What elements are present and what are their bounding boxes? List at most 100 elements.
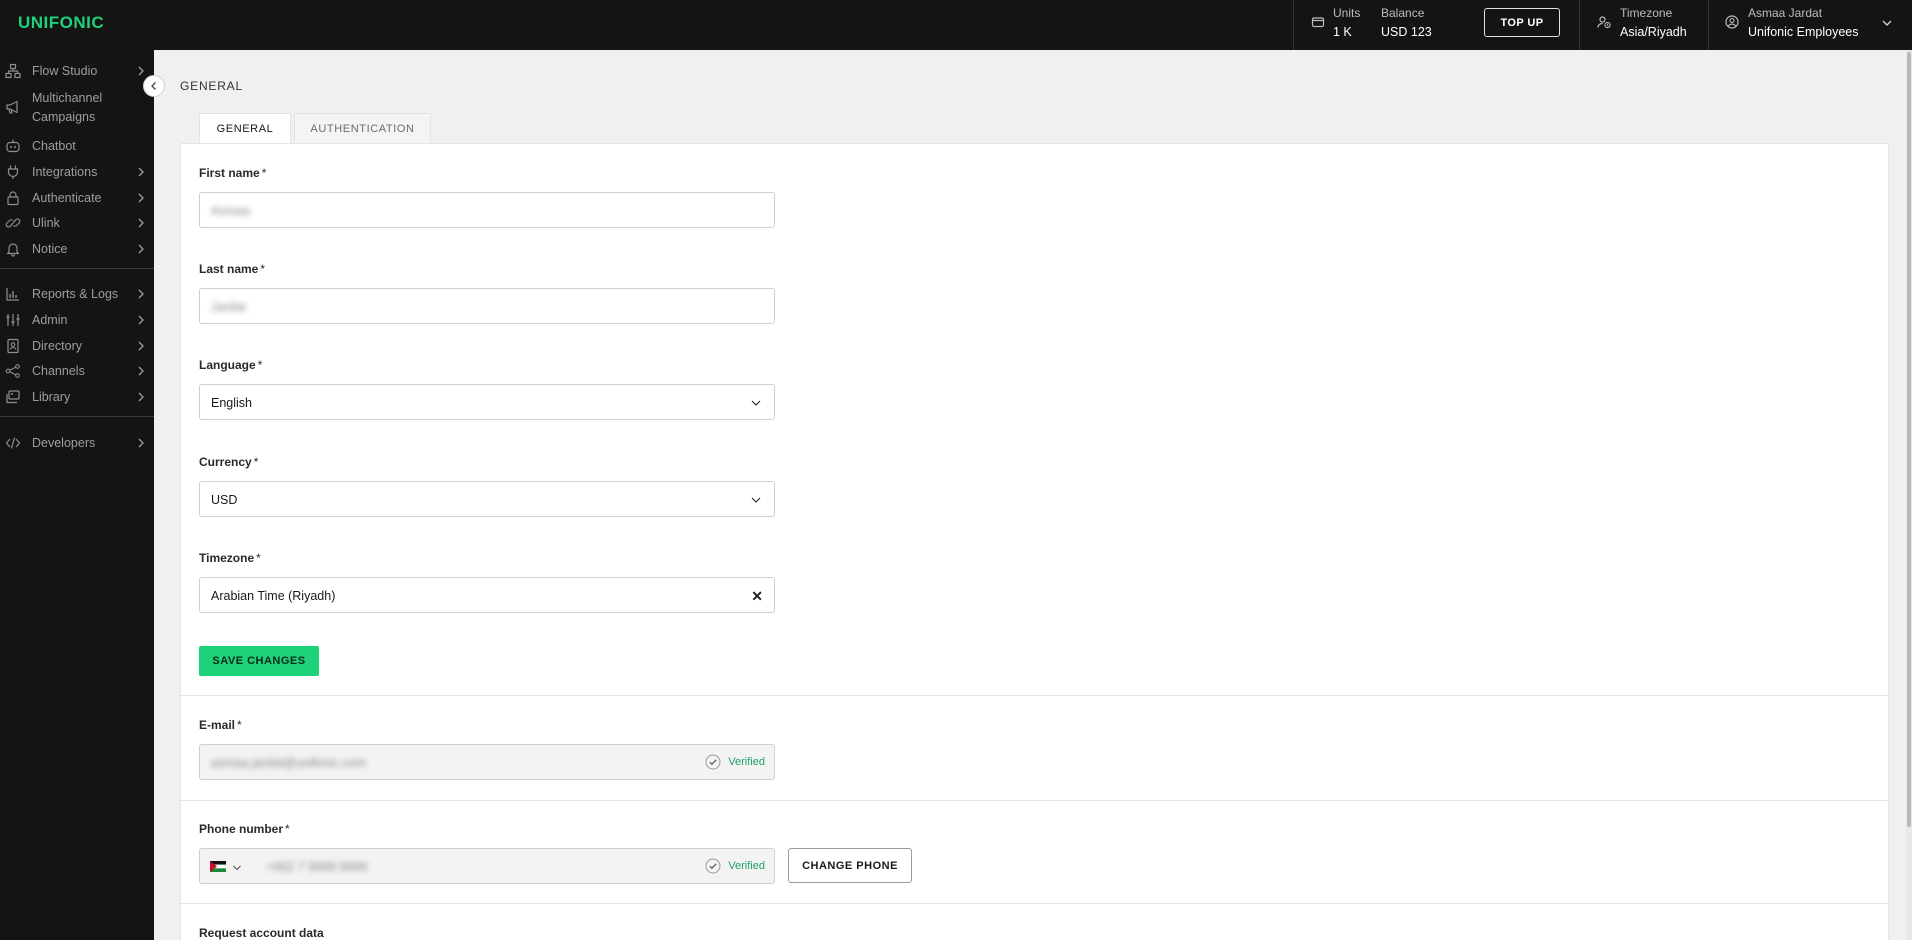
phone-verified-badge: Verified bbox=[728, 860, 765, 872]
currency-label: Currency * bbox=[199, 455, 258, 469]
topbar-divider bbox=[1708, 0, 1709, 50]
chevron-right-icon bbox=[138, 167, 144, 177]
save-changes-button[interactable]: SAVE CHANGES bbox=[199, 646, 319, 676]
sidebar-item-notice[interactable]: Notice bbox=[0, 237, 154, 261]
sidebar-item-label: Channels bbox=[32, 364, 85, 378]
sidebar-item-flow-studio[interactable]: Flow Studio bbox=[0, 59, 154, 83]
sidebar-item-directory[interactable]: Directory bbox=[0, 334, 154, 358]
page-title: GENERAL bbox=[180, 79, 243, 93]
sidebar: Flow Studio Multichannel Campaigns Chatb… bbox=[0, 50, 154, 940]
topbar-divider bbox=[1579, 0, 1580, 50]
user-circle-icon bbox=[1725, 15, 1739, 29]
chevron-down-icon bbox=[751, 400, 761, 406]
sidebar-item-channels[interactable]: Channels bbox=[0, 359, 154, 383]
sidebar-item-label: Chatbot bbox=[32, 139, 76, 153]
currency-label-text: Currency bbox=[199, 455, 252, 469]
timezone-value[interactable]: Asia/Riyadh bbox=[1620, 25, 1687, 39]
last-name-value: Jardat bbox=[211, 300, 246, 314]
sidebar-item-label: Integrations bbox=[32, 165, 98, 179]
chart-icon bbox=[6, 288, 19, 301]
megaphone-icon bbox=[6, 100, 18, 114]
currency-select[interactable]: USD bbox=[199, 481, 775, 517]
units-label: Units bbox=[1333, 6, 1361, 20]
chevron-right-icon bbox=[138, 438, 144, 448]
sidebar-item-integrations[interactable]: Integrations bbox=[0, 160, 154, 184]
first-name-field[interactable]: Asmaa bbox=[199, 192, 775, 228]
sidebar-item-reports-logs[interactable]: Reports & Logs bbox=[0, 282, 154, 306]
currency-value: USD bbox=[211, 493, 238, 507]
sidebar-item-label: Multichannel bbox=[32, 91, 103, 105]
chevron-right-icon bbox=[138, 66, 144, 76]
units-value: 1 K bbox=[1333, 25, 1352, 39]
last-name-field[interactable]: Jardat bbox=[199, 288, 775, 324]
sidebar-item-developers[interactable]: Developers bbox=[0, 431, 154, 455]
sidebar-item-label: Admin bbox=[32, 313, 68, 327]
required-mark: * bbox=[237, 718, 242, 732]
email-verified-badge: Verified bbox=[728, 756, 765, 768]
chevron-right-icon bbox=[138, 218, 144, 228]
bell-icon bbox=[6, 243, 20, 257]
required-mark: * bbox=[261, 166, 267, 180]
clear-icon[interactable]: ✕ bbox=[751, 588, 763, 605]
phone-field: +962 7 9999 9999 Verified bbox=[199, 848, 775, 884]
sidebar-item-label: Flow Studio bbox=[32, 64, 98, 78]
jordan-flag-icon bbox=[210, 861, 226, 872]
chevron-down-icon bbox=[751, 497, 761, 503]
email-label-text: E-mail bbox=[199, 718, 236, 732]
request-account-data-label: Request account data bbox=[199, 926, 324, 940]
language-label-text: Language bbox=[199, 358, 256, 372]
timezone-label-text: Timezone bbox=[199, 551, 255, 565]
top-up-button[interactable]: TOP UP bbox=[1484, 8, 1560, 37]
email-field: asmaa.jardat@unifonic.com Verified bbox=[199, 744, 775, 780]
required-mark: * bbox=[260, 262, 266, 276]
chevron-right-icon bbox=[138, 193, 144, 203]
sidebar-collapse-button[interactable] bbox=[143, 75, 165, 97]
chevron-left-icon bbox=[151, 82, 156, 90]
tab-authentication[interactable]: AUTHENTICATION bbox=[294, 113, 431, 144]
contacts-icon bbox=[7, 338, 19, 354]
user-org[interactable]: Unifonic Employees bbox=[1748, 25, 1858, 39]
sidebar-item-chatbot[interactable]: Chatbot bbox=[0, 134, 154, 158]
timezone-select[interactable]: Arabian Time (Riyadh) ✕ bbox=[199, 577, 775, 613]
chevron-right-icon bbox=[138, 315, 144, 325]
sliders-icon bbox=[6, 314, 20, 326]
sidebar-item-label-2: Campaigns bbox=[32, 110, 96, 124]
first-name-label-text: First name bbox=[199, 166, 260, 180]
last-name-label-text: Last name bbox=[199, 262, 259, 276]
sidebar-item-label: Reports & Logs bbox=[32, 287, 119, 301]
last-name-label: Last name * bbox=[199, 262, 265, 276]
language-select[interactable]: English bbox=[199, 384, 775, 420]
user-clock-icon bbox=[1597, 16, 1611, 29]
required-mark: * bbox=[257, 358, 263, 372]
lock-icon bbox=[7, 191, 19, 206]
verified-check-icon bbox=[705, 858, 721, 874]
library-icon bbox=[6, 390, 20, 404]
chevron-down-icon[interactable] bbox=[1880, 16, 1894, 30]
unifonic-logo[interactable]: UNIFONIC bbox=[18, 13, 104, 33]
tab-general[interactable]: GENERAL bbox=[199, 113, 291, 144]
chevron-right-icon bbox=[138, 289, 144, 299]
chevron-down-icon[interactable] bbox=[232, 863, 242, 873]
sidebar-item-ulink[interactable]: Ulink bbox=[0, 211, 154, 235]
sidebar-divider bbox=[0, 416, 154, 417]
change-phone-button[interactable]: CHANGE PHONE bbox=[788, 848, 912, 883]
plug-icon bbox=[7, 165, 19, 179]
link-icon bbox=[5, 218, 21, 228]
sidebar-item-label: Library bbox=[32, 390, 71, 404]
scrollbar-thumb[interactable] bbox=[1907, 52, 1911, 827]
sidebar-item-authenticate[interactable]: Authenticate bbox=[0, 186, 154, 210]
sidebar-item-multichannel-campaigns[interactable]: Multichannel Campaigns bbox=[0, 88, 154, 126]
timezone-label: Timezone * bbox=[199, 551, 261, 565]
sidebar-item-library[interactable]: Library bbox=[0, 385, 154, 409]
top-bar: UNIFONIC Units 1 K Balance USD 123 TOP U… bbox=[0, 0, 1912, 50]
user-name[interactable]: Asmaa Jardat bbox=[1748, 6, 1822, 20]
sidebar-item-label: Notice bbox=[32, 242, 68, 256]
flow-icon bbox=[5, 63, 21, 79]
sidebar-item-admin[interactable]: Admin bbox=[0, 308, 154, 332]
required-mark: * bbox=[285, 822, 290, 836]
phone-label-text: Phone number bbox=[199, 822, 284, 836]
email-value: asmaa.jardat@unifonic.com bbox=[211, 756, 367, 770]
network-icon bbox=[5, 364, 20, 378]
verified-check-icon bbox=[705, 754, 721, 770]
required-mark: * bbox=[253, 455, 259, 469]
